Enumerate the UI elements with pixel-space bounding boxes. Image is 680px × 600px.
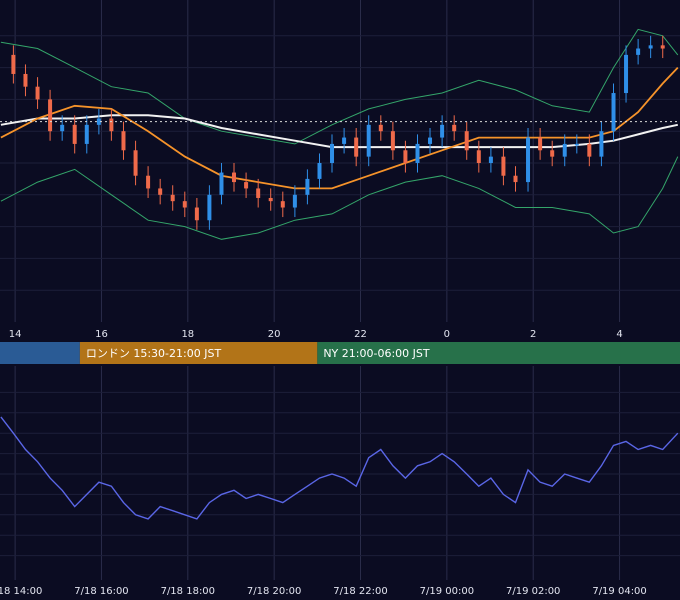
candle-body xyxy=(636,48,641,55)
candle-body xyxy=(330,143,335,163)
candle-body xyxy=(415,143,420,163)
candle-body xyxy=(562,143,567,157)
candle-body xyxy=(60,124,65,132)
candle-body xyxy=(232,172,237,183)
price-panel-bg xyxy=(0,0,680,322)
candle-body xyxy=(207,194,212,221)
candle-body xyxy=(611,93,616,132)
candle-body xyxy=(133,150,138,176)
candle-body xyxy=(48,99,53,132)
price-panel xyxy=(0,0,680,322)
price-x-tick-label: 0 xyxy=(444,329,450,340)
price-x-tick-label: 14 xyxy=(9,329,22,340)
candle-body xyxy=(354,137,359,157)
candle-body xyxy=(488,156,493,163)
chart-root: 14 16 18 20 22 0 2 4 ロンドン 15:30-21:00 JST NY 21:… xyxy=(0,0,680,600)
candle-body xyxy=(526,137,531,183)
osc-x-tick-label: 7/19 00:00 xyxy=(420,586,474,597)
candle-body xyxy=(194,207,199,221)
price-x-tick-label: 4 xyxy=(616,329,622,340)
price-x-tick-label: 18 xyxy=(181,329,194,340)
candle-body xyxy=(170,194,175,202)
candle-body xyxy=(390,131,395,151)
candle-body xyxy=(428,137,433,144)
candle-body xyxy=(121,131,126,151)
candle-body xyxy=(182,201,187,208)
candle-body xyxy=(476,150,481,163)
candle-body xyxy=(219,172,224,195)
candle-body xyxy=(624,54,629,94)
osc-x-tick-label: 7/18 14:00 xyxy=(0,586,42,597)
candle-body xyxy=(342,137,347,144)
candle-body xyxy=(648,45,653,49)
osc-x-tick-label: 7/18 16:00 xyxy=(74,586,128,597)
candle-body xyxy=(366,124,371,157)
osc-x-tick-label: 7/19 02:00 xyxy=(506,586,560,597)
candle-body xyxy=(538,137,543,151)
candle-body xyxy=(378,124,383,132)
candle-body xyxy=(23,73,28,87)
price-x-tick-label: 22 xyxy=(354,329,367,340)
candle-body xyxy=(158,188,163,195)
candle-body xyxy=(550,150,555,157)
session-block xyxy=(0,342,80,364)
candle-body xyxy=(268,197,273,202)
candle-body xyxy=(280,201,285,208)
candle-body xyxy=(317,163,322,179)
candle-body xyxy=(292,194,297,208)
session-bar: ロンドン 15:30-21:00 JST NY 21:00-06:00 JST xyxy=(0,342,680,364)
candle-body xyxy=(109,118,114,132)
candle-body xyxy=(440,124,445,138)
candle-body xyxy=(513,175,518,183)
candle-body xyxy=(574,143,579,146)
osc-x-tick-label: 7/18 22:00 xyxy=(333,586,387,597)
session-label: NY 21:00-06:00 JST xyxy=(323,347,430,360)
candle-body xyxy=(587,143,592,157)
osc-x-tick-label: 7/19 04:00 xyxy=(592,586,646,597)
session-label: ロンドン 15:30-21:00 JST xyxy=(86,347,222,360)
candle-body xyxy=(256,188,261,198)
osc-x-tick-label: 7/18 18:00 xyxy=(161,586,215,597)
candle-body xyxy=(305,178,310,195)
price-x-tick-label: 16 xyxy=(95,329,108,340)
price-x-tick-label: 20 xyxy=(268,329,281,340)
candle-body xyxy=(501,156,506,176)
candle-body xyxy=(452,124,457,132)
candle-body xyxy=(72,124,77,144)
candle-body xyxy=(35,86,40,100)
candle-body xyxy=(403,150,408,163)
osc-x-tick-label: 7/18 20:00 xyxy=(247,586,301,597)
candle-body xyxy=(11,54,16,74)
candle-body xyxy=(84,124,89,144)
candle-body xyxy=(599,131,604,157)
candle-body xyxy=(660,45,665,49)
candle-body xyxy=(464,131,469,151)
candle-body xyxy=(244,182,249,189)
price-x-tick-label: 2 xyxy=(530,329,536,340)
candle-body xyxy=(146,175,151,189)
